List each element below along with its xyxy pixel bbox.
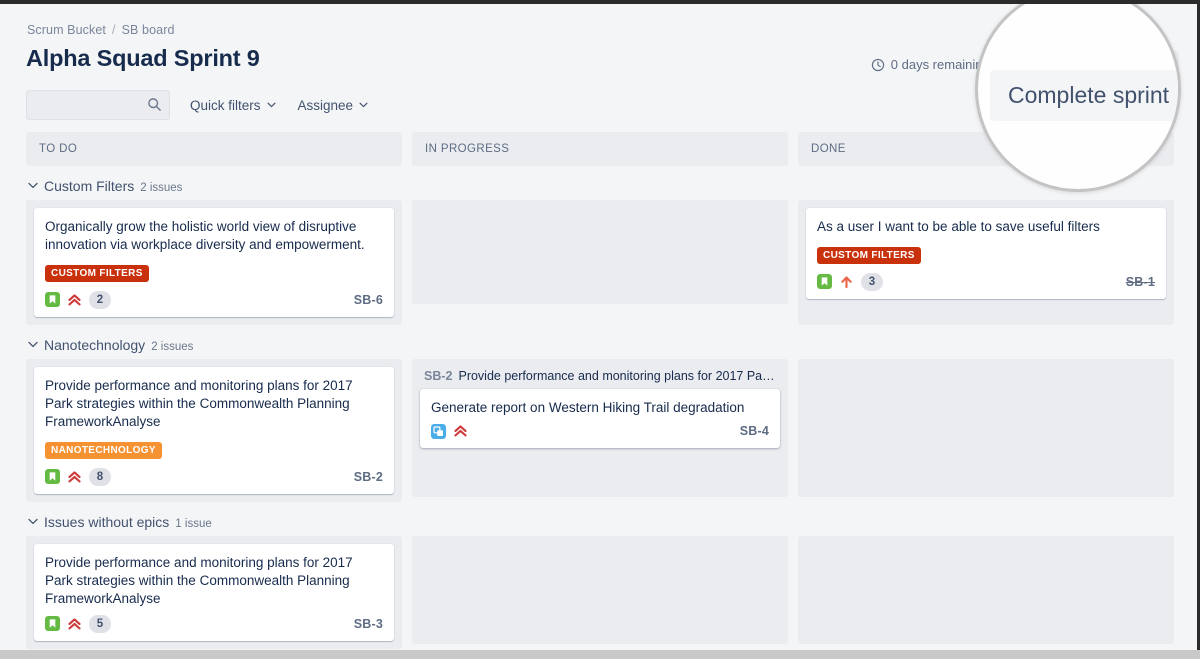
chevron-down-icon (359, 102, 368, 108)
search-input[interactable] (26, 90, 170, 120)
swimlane-row: Provide performance and monitoring plans… (26, 536, 1174, 649)
breadcrumb-separator: / (112, 23, 116, 37)
story-icon (45, 292, 60, 307)
swimlane-name: Custom Filters (44, 178, 134, 194)
swimlane-row: Provide performance and monitoring plans… (26, 359, 1174, 502)
priority-highest-icon (454, 424, 467, 438)
issue-card[interactable]: Provide performance and monitoring plans… (34, 367, 394, 494)
cell-done[interactable] (798, 359, 1174, 497)
issue-card-footer: 2 SB-6 (45, 291, 383, 309)
swimlane-count: 2 issues (140, 182, 182, 194)
estimate-badge: 2 (89, 291, 111, 309)
quick-filters-dropdown[interactable]: Quick filters (188, 94, 278, 117)
issue-key[interactable]: SB-4 (740, 424, 769, 438)
swimlane-nanotechnology: Nanotechnology 2 issues Provide performa… (26, 325, 1174, 502)
dragged-issue-card[interactable]: Generate report on Western Hiking Trail … (420, 389, 780, 448)
swimlane-header[interactable]: Issues without epics 1 issue (28, 502, 1174, 536)
task-icon (431, 424, 446, 439)
quick-filters-label: Quick filters (190, 98, 261, 113)
clock-icon (871, 58, 885, 72)
issue-card[interactable]: Organically grow the holistic world view… (34, 208, 394, 317)
assignee-label: Assignee (298, 98, 354, 113)
chevron-down-icon (267, 102, 276, 108)
epic-label[interactable]: NANOTECHNOLOGY (45, 442, 162, 459)
swimlane-header[interactable]: Custom Filters 2 issues (28, 166, 1174, 200)
swimlane-count: 1 issue (175, 518, 211, 530)
breadcrumb-project[interactable]: Scrum Bucket (27, 23, 106, 37)
issue-card-footer: 3 SB-1 (817, 273, 1155, 291)
breadcrumb-board[interactable]: SB board (122, 23, 175, 37)
drag-source-title: Provide performance and monitoring plans… (458, 369, 776, 383)
issue-key[interactable]: SB-1 (1126, 275, 1155, 289)
days-remaining-label: 0 days remaining (891, 57, 990, 72)
epic-label[interactable]: CUSTOM FILTERS (817, 247, 921, 264)
breadcrumb: Scrum Bucket / SB board (27, 23, 175, 37)
swimlane-count: 2 issues (151, 341, 193, 353)
chevron-down-icon[interactable] (28, 182, 38, 189)
issue-title: Generate report on Western Hiking Trail … (431, 399, 769, 417)
drag-source-label: SB-2 Provide performance and monitoring … (420, 367, 780, 389)
issue-card[interactable]: Provide performance and monitoring plans… (34, 544, 394, 641)
swimlane-issues-without-epics: Issues without epics 1 issue Provide per… (26, 502, 1174, 649)
column-header-inprogress: IN PROGRESS (412, 132, 788, 166)
priority-highest-icon (68, 293, 81, 307)
cell-inprogress[interactable]: SB-2 Provide performance and monitoring … (412, 359, 788, 497)
assignee-dropdown[interactable]: Assignee (296, 94, 371, 117)
estimate-badge: 8 (89, 468, 111, 486)
issue-title: Provide performance and monitoring plans… (45, 377, 383, 431)
days-remaining: 0 days remaining (871, 57, 990, 72)
issue-title: Provide performance and monitoring plans… (45, 554, 383, 608)
estimate-badge: 3 (861, 273, 883, 291)
board: TO DO IN PROGRESS DONE Custom Filters 2 … (26, 132, 1174, 649)
filter-bar: Quick filters Assignee (26, 90, 370, 120)
priority-highest-icon (68, 470, 81, 484)
epic-label[interactable]: CUSTOM FILTERS (45, 265, 149, 282)
issue-card[interactable]: As a user I want to be able to save usef… (806, 208, 1166, 299)
cell-inprogress[interactable] (412, 200, 788, 304)
priority-high-icon (840, 275, 853, 289)
drag-source-key: SB-2 (424, 369, 452, 383)
swimlane-header[interactable]: Nanotechnology 2 issues (28, 325, 1174, 359)
story-icon (817, 274, 832, 289)
swimlane-row: Organically grow the holistic world view… (26, 200, 1174, 325)
issue-card-footer: SB-4 (431, 424, 769, 439)
cell-done[interactable]: As a user I want to be able to save usef… (798, 200, 1174, 325)
magnified-complete-sprint-button[interactable]: Complete sprint (990, 70, 1181, 121)
chevron-down-icon[interactable] (28, 518, 38, 525)
issue-key[interactable]: SB-2 (354, 470, 383, 484)
issue-title: Organically grow the holistic world view… (45, 218, 383, 254)
estimate-badge: 5 (89, 615, 111, 633)
cell-todo[interactable]: Provide performance and monitoring plans… (26, 536, 402, 649)
jira-board-window: Scrum Bucket / SB board Alpha Squad Sprint… (0, 0, 1200, 650)
story-icon (45, 469, 60, 484)
swimlane-name: Issues without epics (44, 514, 169, 530)
swimlane-custom-filters: Custom Filters 2 issues Organically grow… (26, 166, 1174, 325)
page-title: Alpha Squad Sprint 9 (26, 45, 260, 72)
chevron-down-icon[interactable] (28, 341, 38, 348)
search-field-wrapper (26, 90, 170, 120)
issue-key[interactable]: SB-6 (354, 293, 383, 307)
column-header-todo: TO DO (26, 132, 402, 166)
issue-title: As a user I want to be able to save usef… (817, 218, 1155, 236)
story-icon (45, 616, 60, 631)
cell-inprogress[interactable] (412, 536, 788, 644)
issue-card-footer: 8 SB-2 (45, 468, 383, 486)
cell-todo[interactable]: Organically grow the holistic world view… (26, 200, 402, 325)
issue-card-footer: 5 SB-3 (45, 615, 383, 633)
priority-highest-icon (68, 617, 81, 631)
issue-key[interactable]: SB-3 (354, 617, 383, 631)
cell-todo[interactable]: Provide performance and monitoring plans… (26, 359, 402, 502)
window-bottom-edge (0, 650, 1200, 659)
cell-done[interactable] (798, 536, 1174, 644)
swimlane-name: Nanotechnology (44, 337, 145, 353)
